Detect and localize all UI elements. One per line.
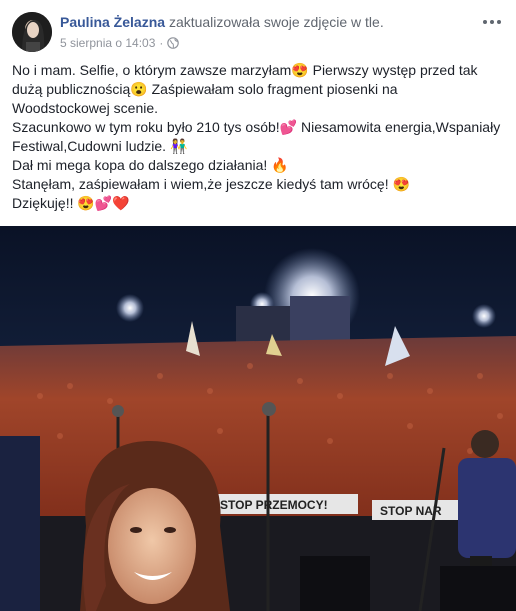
- timestamp[interactable]: 5 sierpnia o 14:03: [60, 35, 155, 51]
- banner-text-left: STOP PRZEMOCY!: [220, 498, 328, 512]
- post-text-line: Dał mi mega kopa do dalszego działania! …: [12, 157, 289, 173]
- post-text-line: Woodstockowej scenie.: [12, 100, 159, 116]
- post-header: Paulina Żelazna zaktualizowała swoje zdj…: [12, 12, 504, 56]
- author-name[interactable]: Paulina Żelazna: [60, 14, 165, 30]
- dot-icon: [483, 20, 487, 24]
- post-action: zaktualizowała swoje zdjęcie w tle.: [168, 14, 384, 30]
- separator: ·: [159, 36, 164, 50]
- post-text-line: Stanęłam, zaśpiewałam i wiem,że jeszcze …: [12, 176, 410, 192]
- post-meta: Paulina Żelazna zaktualizowała swoje zdj…: [60, 13, 464, 51]
- concert-selfie-image: STOP PRZEMOCY! STOP NAR: [0, 226, 516, 611]
- avatar[interactable]: [12, 12, 52, 52]
- avatar-photo: [12, 12, 52, 52]
- post-text-line: No i mam. Selfie, o którym zawsze marzył…: [12, 62, 478, 78]
- globe-icon[interactable]: [167, 37, 180, 49]
- post-text-line: dużą publicznością😮 Zaśpiewałam solo fra…: [12, 81, 398, 97]
- post-text-line: Festiwal,Cudowni ludzie. 👫: [12, 138, 188, 154]
- feed-post: Paulina Żelazna zaktualizowała swoje zdj…: [0, 0, 516, 611]
- dot-icon: [490, 20, 494, 24]
- post-photo[interactable]: STOP PRZEMOCY! STOP NAR: [0, 226, 516, 611]
- post-text-line: Dziękuję!! 😍💕❤️: [12, 195, 130, 211]
- post-text-line: Szacunkowo w tym roku było 210 tys osób!…: [12, 119, 501, 135]
- post-text: No i mam. Selfie, o którym zawsze marzył…: [12, 61, 508, 213]
- dot-icon: [497, 20, 501, 24]
- more-options-icon[interactable]: [480, 14, 504, 30]
- meta-subline: 5 sierpnia o 14:03 ·: [60, 35, 464, 51]
- meta-headline: Paulina Żelazna zaktualizowała swoje zdj…: [60, 13, 464, 31]
